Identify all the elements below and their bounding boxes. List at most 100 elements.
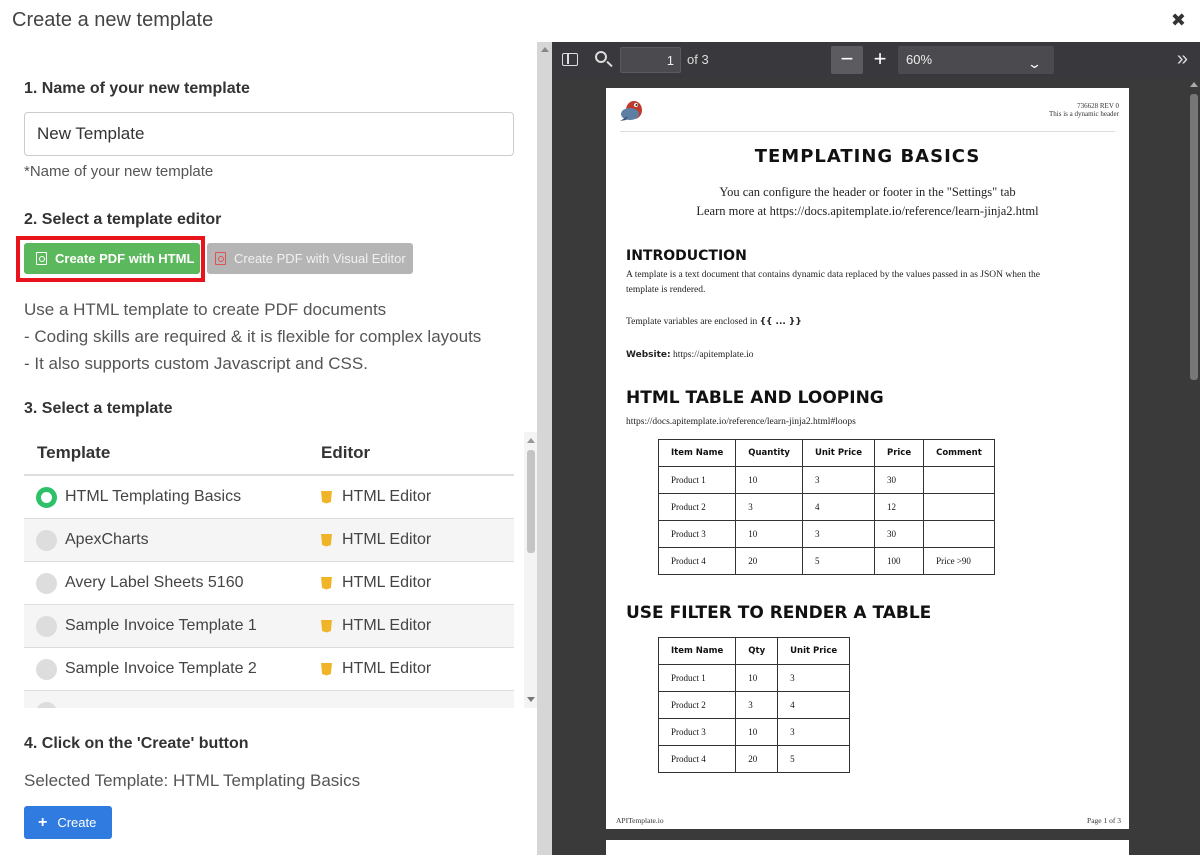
- step2-heading: 2. Select a template editor: [24, 211, 222, 228]
- td: 3: [735, 493, 803, 521]
- th: Unit Price: [777, 637, 851, 665]
- scroll-up-icon[interactable]: [527, 438, 535, 443]
- td: 10: [735, 664, 779, 692]
- td: Product 1: [657, 466, 737, 494]
- page-number-input[interactable]: [620, 47, 681, 73]
- website-line: Website: https://apitemplate.io: [626, 350, 754, 360]
- page-footer-right: Page 1 of 3: [1087, 816, 1121, 825]
- td: 5: [801, 547, 875, 575]
- scroll-up-icon[interactable]: [541, 47, 549, 52]
- td: [923, 520, 995, 548]
- td: Product 3: [657, 520, 737, 548]
- create-pdf-html-label: Create PDF with HTML: [55, 251, 195, 266]
- table-header-row: Item Name Qty Unit Price: [657, 637, 851, 665]
- td: Product 1: [657, 664, 737, 692]
- sidebar-toggle-icon[interactable]: [562, 53, 578, 66]
- td: 10: [735, 466, 803, 494]
- header-sub: This is a dynamic header: [1049, 110, 1119, 118]
- td: Product 2: [657, 691, 737, 719]
- items-table: Item Name Quantity Unit Price Price Comm…: [657, 439, 995, 575]
- loop-heading: HTML TABLE AND LOOPING: [626, 388, 884, 408]
- search-icon[interactable]: [595, 51, 607, 63]
- th: Comment: [923, 439, 995, 467]
- pdf-icon: [36, 252, 47, 265]
- bird-logo-icon: [620, 101, 642, 121]
- td: 30: [873, 466, 925, 494]
- divider-scrollbar[interactable]: [537, 42, 552, 855]
- page-header-info: 736628 REV 0 This is a dynamic header: [1049, 102, 1119, 118]
- td: Product 4: [657, 547, 737, 575]
- table-row: Product 1 10 3 30: [657, 466, 995, 494]
- create-button[interactable]: + Create: [24, 806, 112, 839]
- template-form: 1. Name of your new template *Name of yo…: [24, 0, 516, 855]
- td: 10: [735, 718, 779, 746]
- td: 3: [801, 520, 875, 548]
- page-footer-left: APITemplate.io: [616, 816, 664, 825]
- td: Product 4: [657, 745, 737, 773]
- td: 20: [735, 745, 779, 773]
- zoom-in-button[interactable]: +: [867, 46, 893, 74]
- td: Product 3: [657, 718, 737, 746]
- zoom-out-button[interactable]: −: [831, 46, 863, 74]
- template-name-hint: *Name of your new template: [24, 163, 214, 180]
- td: 12: [873, 493, 925, 521]
- more-tools-icon[interactable]: »: [1177, 48, 1188, 71]
- header-id: 736628 REV 0: [1077, 102, 1119, 110]
- chevron-down-icon: ⌄: [1026, 56, 1043, 71]
- td: [923, 493, 995, 521]
- pdf-icon: [215, 252, 226, 265]
- td: 3: [735, 691, 779, 719]
- plus-icon: +: [38, 813, 48, 831]
- create-pdf-html-button[interactable]: Create PDF with HTML: [24, 243, 200, 274]
- table-scrollbar[interactable]: [524, 432, 538, 708]
- th: Qty: [735, 637, 779, 665]
- th: Unit Price: [801, 439, 875, 467]
- filtered-table: Item Name Qty Unit Price Product 1 10 3 Pr…: [657, 637, 851, 773]
- create-pdf-visual-label: Create PDF with Visual Editor: [234, 251, 406, 266]
- vars-text: Template variables are enclosed in {{ ..…: [626, 317, 802, 327]
- th: Item Name: [657, 439, 737, 467]
- zoom-select[interactable]: 60% ⌄: [898, 46, 1054, 74]
- step1-heading: 1. Name of your new template: [24, 80, 250, 97]
- viewer-toolbar: of 3 − + 60% ⌄ »: [552, 42, 1200, 78]
- create-label: Create: [57, 815, 97, 830]
- create-pdf-visual-button[interactable]: Create PDF with Visual Editor: [207, 243, 413, 274]
- viewer-scrollbar[interactable]: [1188, 78, 1200, 855]
- scroll-up-icon[interactable]: [1190, 82, 1198, 87]
- intro-heading: INTRODUCTION: [626, 248, 747, 264]
- scroll-down-icon[interactable]: [527, 697, 535, 702]
- template-name-input[interactable]: [24, 112, 514, 156]
- th: Price: [873, 439, 925, 467]
- td: 3: [777, 718, 851, 746]
- td: Product 2: [657, 493, 737, 521]
- pdf-viewer: of 3 − + 60% ⌄ » 736628 REV 0 This is a …: [552, 42, 1200, 855]
- page-count: of 3: [687, 52, 709, 67]
- th: Quantity: [735, 439, 803, 467]
- table-row: Product 3 10 3 30: [657, 520, 995, 548]
- doc-lead: You can configure the header or footer i…: [719, 185, 1016, 199]
- td: 20: [735, 547, 803, 575]
- table-header-row: Item Name Quantity Unit Price Price Comm…: [657, 439, 995, 467]
- close-icon[interactable]: ✖: [1171, 10, 1186, 31]
- filter-heading: USE FILTER TO RENDER A TABLE: [626, 603, 932, 623]
- intro-text: A template is a text document that conta…: [626, 270, 1040, 295]
- header-divider: [620, 131, 1115, 132]
- scroll-thumb[interactable]: [1190, 94, 1198, 380]
- td: 3: [777, 664, 851, 692]
- doc-lead: Learn more at https://docs.apitemplate.i…: [696, 204, 1039, 218]
- td: Price >90: [923, 547, 995, 575]
- td: 4: [801, 493, 875, 521]
- scroll-thumb[interactable]: [527, 450, 535, 553]
- td: 10: [735, 520, 803, 548]
- pdf-page: 736628 REV 0 This is a dynamic header TE…: [606, 88, 1129, 829]
- table-row: Product 4 20 5 100 Price >90: [657, 547, 995, 575]
- td: 3: [801, 466, 875, 494]
- table-row: Product 234: [657, 691, 851, 719]
- td: 5: [777, 745, 851, 773]
- td: 30: [873, 520, 925, 548]
- table-row: Product 2 3 4 12: [657, 493, 995, 521]
- doc-title: TEMPLATING BASICS: [754, 146, 981, 167]
- table-row: Product 1 10 3: [657, 664, 851, 692]
- zoom-value: 60%: [906, 52, 933, 67]
- td: 4: [777, 691, 851, 719]
